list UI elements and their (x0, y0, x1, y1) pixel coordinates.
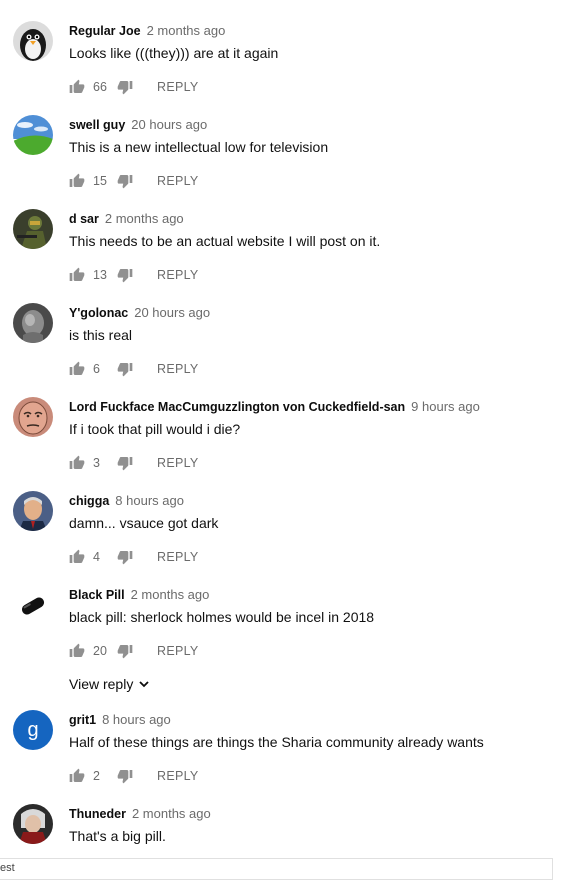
thumbs-down-icon[interactable] (117, 643, 133, 659)
comment-actions: 6 REPLY (69, 359, 199, 379)
face-avatar-icon (13, 397, 53, 437)
bottom-bar: est (0, 858, 553, 880)
view-reply-button[interactable]: View reply (69, 676, 150, 692)
comment-text: Half of these things are things the Shar… (69, 734, 484, 750)
comment-time[interactable]: 20 hours ago (134, 305, 210, 320)
comment-text: damn... vsauce got dark (69, 515, 219, 531)
reply-button[interactable]: REPLY (157, 80, 199, 94)
thumbs-up-icon[interactable] (69, 361, 85, 377)
avatar[interactable] (13, 804, 53, 844)
soldier-avatar-icon (13, 209, 53, 249)
avatar[interactable] (13, 491, 53, 531)
chevron-down-icon (139, 681, 149, 688)
reply-button[interactable]: REPLY (157, 268, 199, 282)
comment-actions: 2 REPLY (69, 766, 199, 786)
comment-time[interactable]: 2 months ago (132, 806, 211, 821)
bottom-bar-text: est (0, 862, 15, 874)
like-count: 20 (93, 644, 107, 658)
reply-button[interactable]: REPLY (157, 362, 199, 376)
comment-text: is this real (69, 327, 133, 343)
comment-author[interactable]: Regular Joe (69, 24, 141, 38)
comment-author[interactable]: Lord Fuckface MacCumguzzlington von Cuck… (69, 400, 405, 414)
avatar[interactable] (13, 397, 53, 437)
comment-actions: 3 REPLY (69, 453, 199, 473)
like-count: 3 (93, 456, 100, 470)
person-avatar-icon (13, 491, 53, 531)
reply-button[interactable]: REPLY (157, 769, 199, 783)
comment-time[interactable]: 8 hours ago (115, 493, 184, 508)
comment-text: If i took that pill would i die? (69, 421, 241, 437)
comment-text: This needs to be an actual website I wil… (69, 233, 381, 249)
comment-actions: 15 REPLY (69, 171, 199, 191)
like-count: 15 (93, 174, 107, 188)
like-count: 13 (93, 268, 107, 282)
statue-avatar-icon (13, 303, 53, 343)
avatar[interactable] (13, 209, 53, 249)
like-count: 4 (93, 550, 100, 564)
comment-author[interactable]: chigga (69, 494, 109, 508)
comment-actions: 20 REPLY (69, 641, 199, 661)
reply-button[interactable]: REPLY (157, 644, 199, 658)
reply-button[interactable]: REPLY (157, 174, 199, 188)
thumbs-up-icon[interactable] (69, 455, 85, 471)
comment-time[interactable]: 20 hours ago (131, 117, 207, 132)
comment-author[interactable]: Y'golonac (69, 306, 128, 320)
comment-author[interactable]: Black Pill (69, 588, 125, 602)
thumbs-up-icon[interactable] (69, 173, 85, 189)
comment-text: black pill: sherlock holmes would be inc… (69, 609, 375, 625)
like-count: 66 (93, 80, 107, 94)
thumbs-down-icon[interactable] (117, 549, 133, 565)
thumbs-down-icon[interactable] (117, 768, 133, 784)
comment-time[interactable]: 8 hours ago (102, 712, 171, 727)
thumbs-up-icon[interactable] (69, 267, 85, 283)
like-count: 2 (93, 769, 100, 783)
comment-actions: 13 REPLY (69, 265, 199, 285)
avatar[interactable] (13, 303, 53, 343)
comment-author[interactable]: grit1 (69, 713, 96, 727)
avatar[interactable] (13, 21, 53, 61)
landscape-avatar-icon (13, 115, 53, 155)
comment-author[interactable]: Thuneder (69, 807, 126, 821)
avatar[interactable] (13, 115, 53, 155)
thumbs-up-icon[interactable] (69, 643, 85, 659)
comment-actions: 66 REPLY (69, 77, 199, 97)
reply-button[interactable]: REPLY (157, 550, 199, 564)
reply-button[interactable]: REPLY (157, 456, 199, 470)
thumbs-up-icon[interactable] (69, 549, 85, 565)
comment-text: This is a new intellectual low for telev… (69, 139, 329, 155)
thumbs-down-icon[interactable] (117, 267, 133, 283)
comment-time[interactable]: 2 months ago (105, 211, 184, 226)
character-avatar-icon (13, 804, 53, 844)
comment-author[interactable]: d sar (69, 212, 99, 226)
comment-actions: 4 REPLY (69, 547, 199, 567)
thumbs-down-icon[interactable] (117, 79, 133, 95)
thumbs-down-icon[interactable] (117, 361, 133, 377)
thumbs-up-icon[interactable] (69, 768, 85, 784)
thumbs-down-icon[interactable] (117, 173, 133, 189)
thumbs-down-icon[interactable] (117, 455, 133, 471)
comment-author[interactable]: swell guy (69, 118, 125, 132)
comment-text: That's a big pill. (69, 828, 166, 844)
view-reply-label: View reply (69, 676, 134, 692)
comment-time[interactable]: 2 months ago (147, 23, 226, 38)
thumbs-up-icon[interactable] (69, 79, 85, 95)
avatar[interactable]: g (13, 710, 53, 750)
comment-time[interactable]: 9 hours ago (411, 399, 480, 414)
pill-avatar-icon (13, 585, 53, 625)
comment-text: Looks like (((they))) are at it again (69, 45, 279, 61)
like-count: 6 (93, 362, 100, 376)
penguin-avatar-icon (13, 21, 53, 61)
avatar[interactable] (13, 585, 53, 625)
avatar-letter: g (27, 719, 39, 741)
comment-time[interactable]: 2 months ago (131, 587, 210, 602)
